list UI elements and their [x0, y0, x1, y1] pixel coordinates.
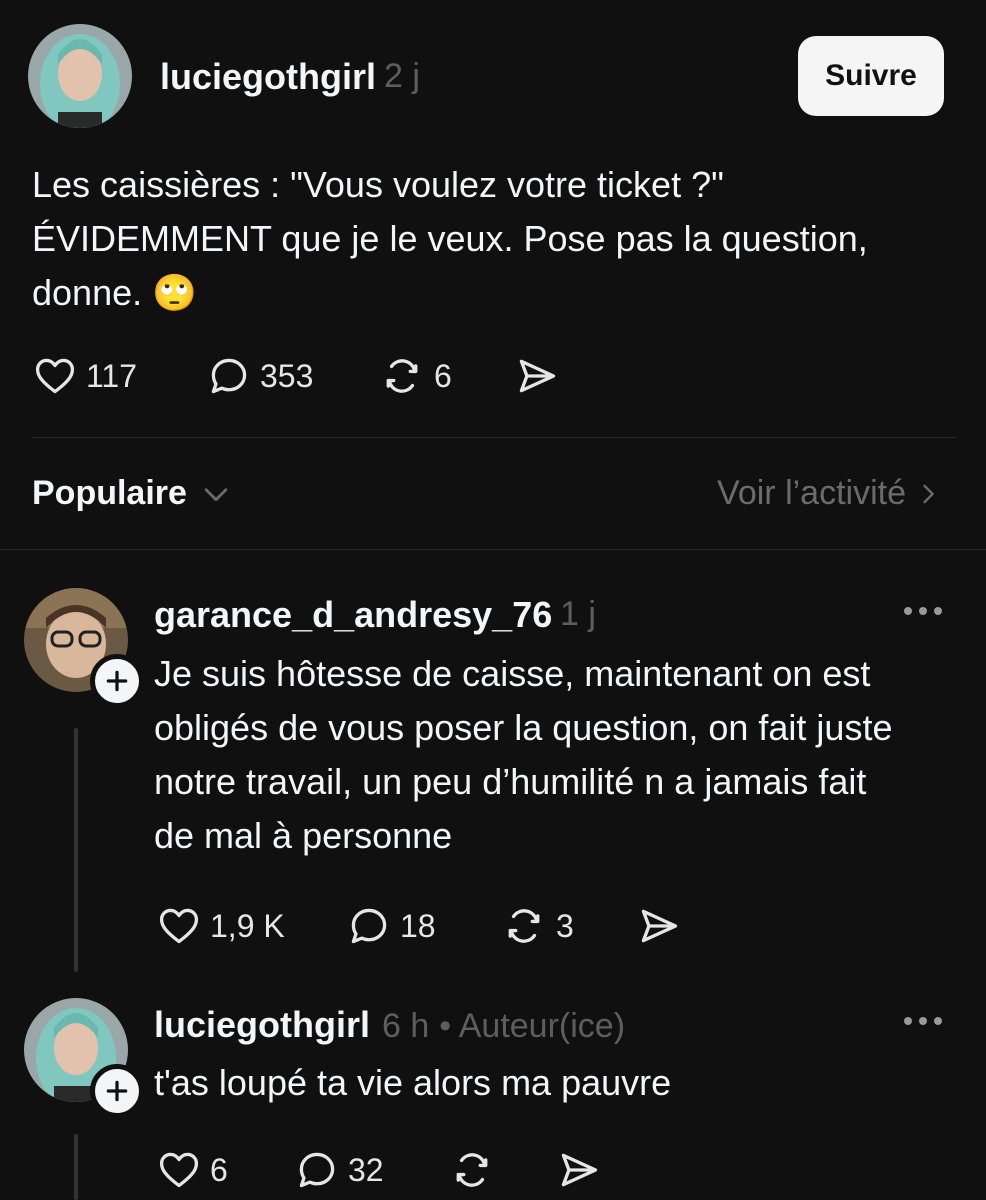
like-button[interactable]: 117	[32, 354, 137, 398]
post-text: Les caissières : "Vous voulez votre tick…	[32, 158, 952, 320]
reply-count: 353	[260, 357, 314, 394]
divider	[0, 549, 986, 550]
rolling-eyes-emoji: 🙄	[152, 272, 197, 313]
reply-time: 6 h	[382, 1007, 430, 1045]
follow-plus-button[interactable]	[90, 1064, 144, 1118]
reply-header: luciegothgirl 6 h • Auteur(ice)	[154, 1004, 625, 1046]
plus-icon	[106, 670, 128, 692]
reply-time: 1 j	[560, 595, 596, 633]
reply-button[interactable]: 18	[346, 904, 436, 948]
like-count: 117	[86, 357, 138, 394]
reply-count: 18	[400, 907, 436, 944]
post-text-line: donne. 🙄	[32, 272, 197, 313]
reply-count: 32	[348, 1151, 384, 1188]
follow-plus-button[interactable]	[90, 654, 144, 708]
author-badge: • Auteur(ice)	[439, 1007, 626, 1045]
divider	[32, 437, 956, 438]
like-count: 6	[210, 1151, 228, 1188]
heart-icon	[159, 908, 199, 944]
share-button[interactable]	[514, 354, 560, 398]
reply-text-line: Je suis hôtesse de caisse, maintenant on…	[154, 653, 871, 694]
share-button[interactable]	[636, 904, 682, 948]
post-username[interactable]: luciegothgirl	[160, 56, 376, 98]
like-count: 1,9 K	[210, 907, 285, 944]
view-activity-link[interactable]: Voir l’activité	[717, 474, 942, 513]
post-text-line: ÉVIDEMMENT que je le veux. Pose pas la q…	[32, 218, 868, 259]
chevron-down-icon	[204, 487, 228, 501]
chevron-right-icon	[923, 484, 934, 503]
view-activity-label: Voir l’activité	[717, 474, 906, 512]
reply-text-line: obligés de vous poser la question, on fa…	[154, 707, 893, 748]
repost-icon	[386, 359, 418, 393]
avatar-image	[28, 24, 132, 128]
speech-bubble-icon	[299, 1152, 335, 1188]
reply-text: Je suis hôtesse de caisse, maintenant on…	[154, 647, 954, 863]
reply-text: t'as loupé ta vie alors ma pauvre	[154, 1056, 954, 1110]
repost-icon	[508, 909, 540, 943]
thread-line	[74, 728, 78, 972]
avatar[interactable]	[28, 24, 132, 128]
post-time: 2 j	[384, 57, 420, 95]
follow-button[interactable]: Suivre	[798, 36, 944, 116]
share-button[interactable]	[556, 1148, 602, 1192]
speech-bubble-icon	[211, 358, 247, 394]
speech-bubble-icon	[351, 908, 387, 944]
thread-line	[74, 1134, 78, 1200]
more-dots-icon[interactable]	[904, 607, 942, 615]
repost-count: 6	[434, 357, 452, 394]
repost-icon	[456, 1153, 488, 1187]
plus-icon	[106, 1080, 128, 1102]
heart-icon	[159, 1152, 199, 1188]
more-dots-icon[interactable]	[904, 1017, 942, 1025]
reply-button[interactable]: 32	[294, 1148, 384, 1192]
reply-text-line: t'as loupé ta vie alors ma pauvre	[154, 1062, 672, 1103]
like-button[interactable]: 1,9 K	[156, 904, 285, 948]
reply-username[interactable]: garance_d_andresy_76	[154, 594, 552, 636]
sort-label: Populaire	[32, 474, 187, 512]
repost-button[interactable]: 6	[378, 354, 452, 398]
like-button[interactable]: 6	[156, 1148, 228, 1192]
heart-icon	[35, 358, 75, 394]
reply-text-line: notre travail, un peu d’humilité n a jam…	[154, 761, 867, 802]
sort-dropdown[interactable]: Populaire	[32, 474, 233, 513]
repost-count: 3	[556, 907, 574, 944]
send-icon	[561, 1153, 598, 1187]
send-icon	[519, 359, 556, 393]
repost-button[interactable]: 3	[500, 904, 574, 948]
repost-button[interactable]	[448, 1148, 496, 1192]
send-icon	[641, 909, 678, 943]
post-text-line: Les caissières : "Vous voulez votre tick…	[32, 164, 724, 205]
reply-username[interactable]: luciegothgirl	[154, 1004, 370, 1046]
reply-button[interactable]: 353	[206, 354, 313, 398]
reply-text-line: de mal à personne	[154, 815, 453, 856]
